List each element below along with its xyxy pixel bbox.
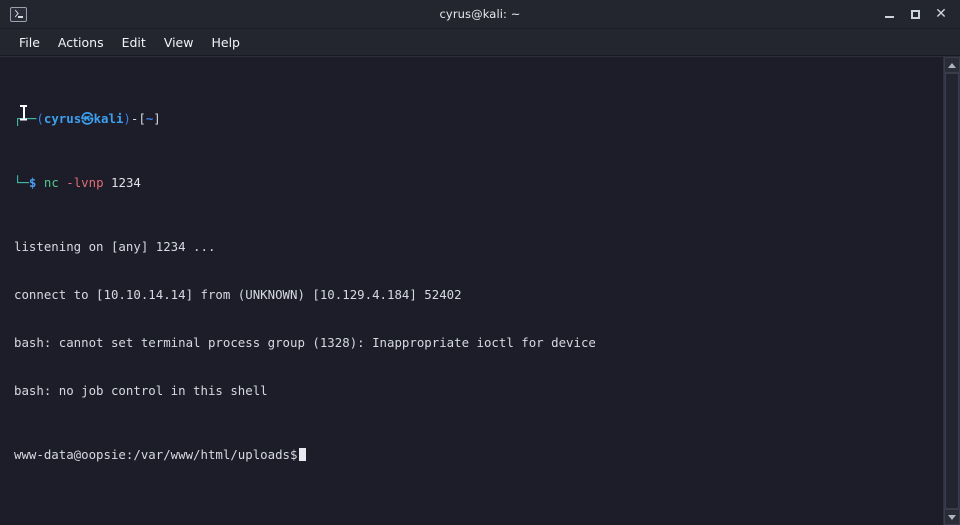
prompt-host: kali: [93, 111, 124, 126]
prompt-line-command: └─$ nc -lvnp 1234: [14, 175, 943, 191]
prompt-bracket-open: [: [138, 111, 146, 126]
reverse-shell-prompt: www-data@oopsie:/var/www/html/uploads$: [14, 447, 298, 462]
menu-bar: File Actions Edit View Help: [0, 29, 960, 56]
prompt-close-paren: ): [123, 111, 131, 126]
menu-item-view[interactable]: View: [155, 33, 203, 52]
prompt-open-paren: (: [36, 111, 44, 126]
scrollbar-track[interactable]: [944, 73, 960, 509]
prompt-box-top: ┌──: [14, 111, 37, 126]
menu-item-help[interactable]: Help: [202, 33, 249, 52]
chevron-down-icon: [948, 514, 956, 520]
scrollbar-thumb[interactable]: [945, 73, 959, 509]
maximize-icon: [910, 9, 920, 19]
prompt-user: cyrus: [43, 111, 82, 126]
kali-dragon-icon: ㉿: [81, 111, 94, 126]
window-controls: ✕: [876, 0, 960, 28]
command-args: 1234: [111, 175, 141, 190]
output-line-listening: listening on [any] 1234 ...: [14, 239, 216, 254]
command-name: nc: [43, 175, 59, 190]
close-button[interactable]: ✕: [928, 1, 954, 27]
menu-item-actions[interactable]: Actions: [49, 33, 113, 52]
vertical-scrollbar[interactable]: [943, 57, 960, 525]
scroll-down-button[interactable]: [944, 509, 960, 525]
output-line-jobcontrol-error: bash: no job control in this shell: [14, 383, 268, 398]
window-title: cyrus@kali: ~: [439, 7, 521, 21]
scroll-up-button[interactable]: [944, 57, 960, 73]
output-line-ioctl-error: bash: cannot set terminal process group …: [14, 335, 596, 350]
prompt-line-top: ┌──(cyrus㉿kali)-[~]: [14, 111, 943, 127]
terminal-icon: [10, 6, 27, 22]
prompt-box-bottom: └─: [14, 175, 29, 190]
menu-item-edit[interactable]: Edit: [113, 33, 155, 52]
chevron-up-icon: [948, 62, 956, 68]
reverse-shell-prompt-line: www-data@oopsie:/var/www/html/uploads$: [14, 447, 943, 463]
minimize-icon: [884, 16, 894, 18]
title-bar[interactable]: cyrus@kali: ~ ✕: [0, 0, 960, 29]
maximize-button[interactable]: [902, 1, 928, 27]
command-flags: -lvnp: [66, 175, 104, 190]
minimize-button[interactable]: [876, 1, 902, 27]
output-line-connect: connect to [10.10.14.14] from (UNKNOWN) …: [14, 287, 462, 302]
text-cursor: [299, 448, 307, 461]
terminal-window: cyrus@kali: ~ ✕ File Actions Edit View H…: [0, 0, 960, 525]
prompt-bracket-close: ]: [153, 111, 161, 126]
terminal-body: ┌──(cyrus㉿kali)-[~] └─$ nc -lvnp 1234 li…: [0, 56, 960, 525]
terminal-output-area[interactable]: ┌──(cyrus㉿kali)-[~] └─$ nc -lvnp 1234 li…: [0, 57, 943, 525]
close-icon: ✕: [935, 6, 947, 22]
menu-item-file[interactable]: File: [10, 33, 49, 52]
